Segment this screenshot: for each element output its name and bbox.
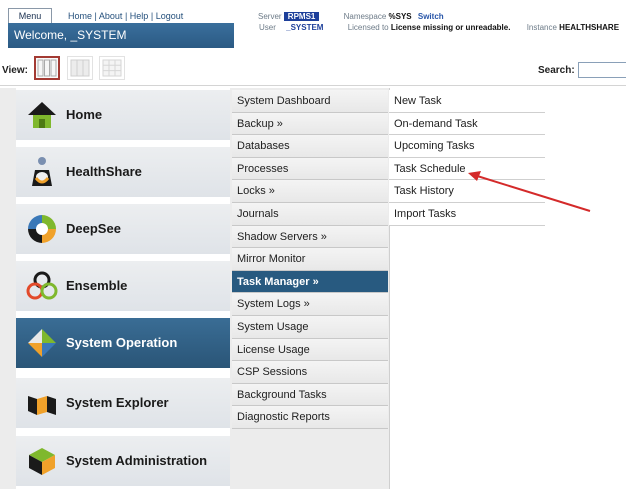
menu-item-system-dashboard[interactable]: System Dashboard — [232, 90, 388, 113]
category-healthshare[interactable]: HealthShare — [16, 147, 230, 197]
menu-item-mirror-monitor[interactable]: Mirror Monitor — [232, 248, 388, 271]
menu-item-new-task[interactable]: New Task — [389, 90, 545, 113]
home-link[interactable]: Home — [68, 11, 92, 21]
view-toolbar: View: Search: — [0, 53, 626, 86]
system-operation-submenu: System Dashboard Backup » Databases Proc… — [232, 90, 388, 429]
healthshare-icon — [32, 157, 52, 186]
view-label: View: — [2, 65, 28, 76]
category-system-administration[interactable]: System Administration — [16, 436, 230, 486]
menu-item-diagnostic-reports[interactable]: Diagnostic Reports — [232, 406, 388, 429]
menu-item-journals[interactable]: Journals — [232, 202, 388, 226]
category-label: DeepSee — [66, 221, 121, 236]
category-column: Home HealthShare DeepSee Ensemble System… — [16, 88, 230, 489]
logout-link[interactable]: Logout — [156, 11, 184, 21]
server-label: Server — [258, 12, 282, 21]
menu-item-import-tasks[interactable]: Import Tasks — [389, 202, 545, 226]
instance-label: Instance — [526, 23, 557, 32]
switch-namespace-link[interactable]: Switch — [418, 12, 444, 21]
main-menu-area: Home HealthShare DeepSee Ensemble System… — [0, 88, 626, 489]
user-value: _SYSTEM — [286, 23, 324, 32]
server-row: Server RPMS1 Namespace %SYS Switch — [258, 12, 444, 21]
category-label: Ensemble — [66, 278, 128, 293]
about-link[interactable]: About — [99, 11, 123, 21]
instance-value: HEALTHSHARE — [559, 23, 620, 32]
category-ensemble[interactable]: Ensemble — [16, 261, 230, 311]
namespace-value: %SYS — [388, 12, 412, 21]
menu-item-background-tasks[interactable]: Background Tasks — [232, 383, 388, 407]
user-row: User _SYSTEM Licensed to License missing… — [258, 23, 619, 32]
menu-item-task-schedule[interactable]: Task Schedule — [389, 157, 545, 181]
columns-icon — [37, 59, 57, 77]
home-icon — [28, 102, 56, 128]
link-separator: | — [150, 11, 154, 21]
namespace-label: Namespace — [343, 12, 387, 21]
ensemble-icon — [26, 271, 58, 300]
category-label: System Operation — [66, 335, 178, 350]
menu-item-task-history[interactable]: Task History — [389, 180, 545, 203]
link-separator: | — [94, 11, 97, 21]
column-view-button[interactable] — [34, 56, 60, 80]
search-input[interactable] — [578, 62, 626, 78]
category-home[interactable]: Home — [16, 90, 230, 140]
licensed-label: Licensed to — [347, 23, 389, 32]
category-system-operation[interactable]: System Operation — [16, 318, 230, 368]
menu-item-task-manager[interactable]: Task Manager » — [232, 270, 388, 294]
list-view-icon — [70, 59, 90, 77]
grid-view-icon — [102, 59, 122, 77]
menu-item-shadow-servers[interactable]: Shadow Servers » — [232, 225, 388, 249]
menu-item-system-logs[interactable]: System Logs » — [232, 293, 388, 316]
category-label: System Explorer — [66, 395, 169, 410]
search-label: Search: — [538, 65, 575, 76]
welcome-banner: Welcome, _SYSTEM — [8, 23, 234, 48]
menu-item-csp-sessions[interactable]: CSP Sessions — [232, 361, 388, 384]
category-system-explorer[interactable]: System Explorer — [16, 378, 230, 428]
grid-view-button[interactable] — [99, 56, 125, 80]
system-administration-icon — [29, 448, 55, 475]
list-view-button[interactable] — [67, 56, 93, 80]
top-links: Home | About | Help | Logout — [68, 11, 183, 21]
help-link[interactable]: Help — [130, 11, 149, 21]
menu-item-locks[interactable]: Locks » — [232, 180, 388, 203]
menu-item-processes[interactable]: Processes — [232, 157, 388, 181]
system-explorer-icon — [28, 396, 56, 415]
category-label: System Administration — [66, 453, 208, 468]
menu-item-databases[interactable]: Databases — [232, 135, 388, 158]
menu-item-on-demand-task[interactable]: On-demand Task — [389, 112, 545, 136]
menu-item-license-usage[interactable]: License Usage — [232, 338, 388, 362]
category-deepsee[interactable]: DeepSee — [16, 204, 230, 254]
link-separator: | — [124, 11, 128, 21]
header: Menu Home | About | Help | Logout Welcom… — [6, 6, 626, 50]
menu-item-upcoming-tasks[interactable]: Upcoming Tasks — [389, 135, 545, 158]
system-operation-icon — [28, 329, 56, 357]
menu-item-system-usage[interactable]: System Usage — [232, 315, 388, 339]
category-label: HealthShare — [66, 164, 142, 179]
server-value: RPMS1 — [283, 12, 320, 21]
system-info: Server RPMS1 Namespace %SYS Switch User … — [258, 10, 626, 50]
menu-tab[interactable]: Menu — [8, 8, 52, 23]
licensed-value: License missing or unreadable. — [390, 23, 511, 32]
task-manager-submenu: New Task On-demand Task Upcoming Tasks T… — [389, 90, 545, 226]
deepsee-icon — [28, 215, 56, 243]
user-label: User — [259, 23, 276, 32]
menu-item-backup[interactable]: Backup » — [232, 112, 388, 136]
category-label: Home — [66, 107, 103, 122]
